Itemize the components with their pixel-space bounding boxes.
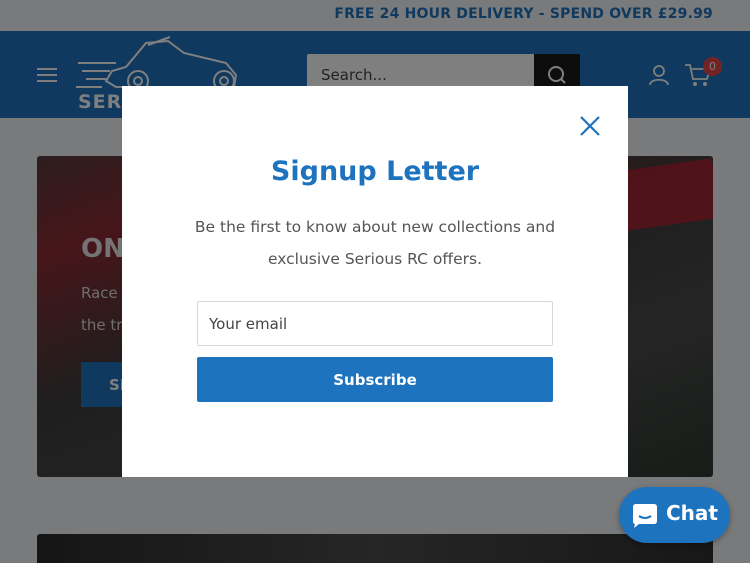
email-field[interactable]: [197, 301, 553, 346]
close-icon[interactable]: [577, 113, 603, 139]
modal-title: Signup Letter: [270, 156, 480, 187]
subscribe-button[interactable]: Subscribe: [197, 357, 553, 402]
modal-description: Be the first to know about new collectio…: [194, 218, 556, 268]
signup-modal: Signup Letter Be the first to know about…: [122, 86, 628, 477]
chat-button[interactable]: Chat: [619, 487, 730, 543]
chat-label: Chat: [666, 501, 718, 525]
chat-bubble-icon: [633, 504, 657, 528]
